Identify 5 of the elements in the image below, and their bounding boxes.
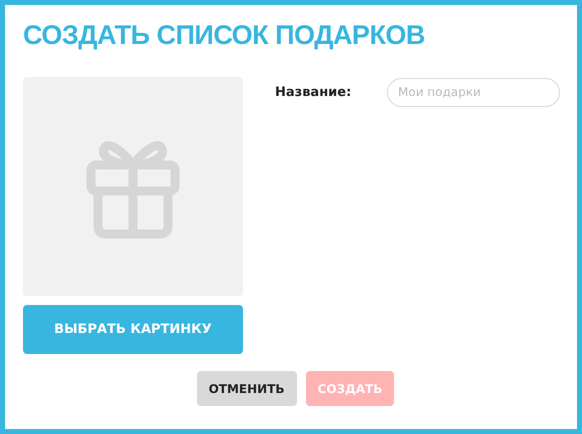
page-title: СОЗДАТЬ СПИСОК ПОДАРКОВ [22, 19, 426, 52]
name-label: Название: [275, 84, 352, 100]
choose-image-button[interactable]: ВЫБРАТЬ КАРТИНКУ [23, 305, 243, 354]
name-field[interactable]: Мои подарки [387, 78, 560, 106]
cancel-button[interactable]: ОТМЕНИТЬ [196, 371, 297, 406]
